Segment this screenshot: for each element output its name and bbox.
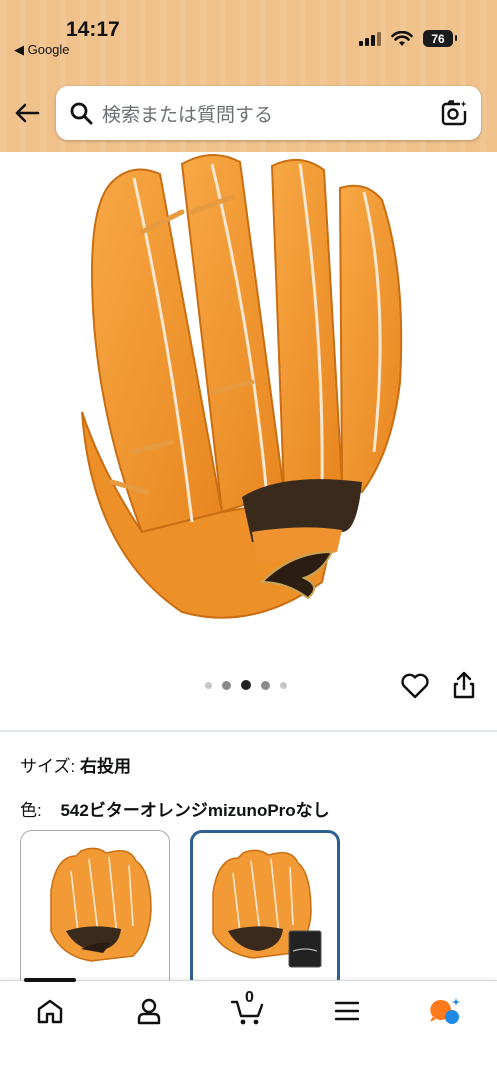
carousel-dot[interactable] xyxy=(261,680,270,690)
size-value: 右投用 xyxy=(79,757,131,776)
variant-thumbnail-2-selected[interactable] xyxy=(190,830,340,990)
bottom-nav: 0 xyxy=(0,978,497,1080)
variant-glove-image xyxy=(50,847,152,962)
assistant-icon xyxy=(430,998,460,1024)
size-row: サイズ: 右投用 xyxy=(20,752,131,777)
battery-icon: 76 xyxy=(423,30,457,47)
account-icon xyxy=(137,998,161,1025)
status-indicators: 76 xyxy=(359,30,457,47)
back-arrow-icon[interactable] xyxy=(12,98,42,128)
search-placeholder: 検索または質問する xyxy=(102,104,274,126)
section-divider xyxy=(0,730,497,732)
carousel-dots[interactable] xyxy=(205,680,287,690)
color-row: 色: 542ビターオレンジmizunoProなし xyxy=(20,796,330,821)
nav-active-indicator xyxy=(24,978,76,982)
nav-menu[interactable] xyxy=(327,993,367,1029)
share-icon[interactable] xyxy=(452,670,476,700)
product-image xyxy=(81,154,403,619)
nav-assistant[interactable] xyxy=(425,993,465,1029)
nav-account[interactable] xyxy=(129,993,169,1029)
variant-glove-with-bag-image xyxy=(212,849,322,968)
home-icon xyxy=(37,999,63,1024)
color-label: 色: xyxy=(20,801,42,820)
size-label: サイズ: xyxy=(20,757,76,776)
color-value: 542ビターオレンジmizunoProなし xyxy=(60,801,330,820)
variant-thumbnail-1[interactable] xyxy=(20,830,170,990)
header: 14:17 ◀ Google 76 検索または質問する xyxy=(0,0,497,152)
product-image-gallery[interactable] xyxy=(0,152,497,730)
nav-cart[interactable]: 0 xyxy=(228,989,268,1029)
menu-icon xyxy=(334,1001,360,1021)
search-input[interactable]: 検索または質問する xyxy=(56,86,481,140)
cart-count: 0 xyxy=(245,989,254,1006)
status-time: 14:17 xyxy=(66,18,120,41)
carousel-dot[interactable] xyxy=(222,680,231,690)
carousel-dot-active[interactable] xyxy=(241,680,251,690)
camera-search-icon[interactable] xyxy=(439,98,469,128)
heart-icon[interactable] xyxy=(400,672,430,700)
back-to-app-link[interactable]: ◀ Google xyxy=(14,42,70,58)
wifi-icon xyxy=(391,30,413,46)
search-icon xyxy=(68,100,94,126)
carousel-dot[interactable] xyxy=(205,681,212,689)
nav-home[interactable] xyxy=(30,993,70,1029)
signal-icon xyxy=(359,31,381,46)
carousel-dot[interactable] xyxy=(280,681,287,689)
